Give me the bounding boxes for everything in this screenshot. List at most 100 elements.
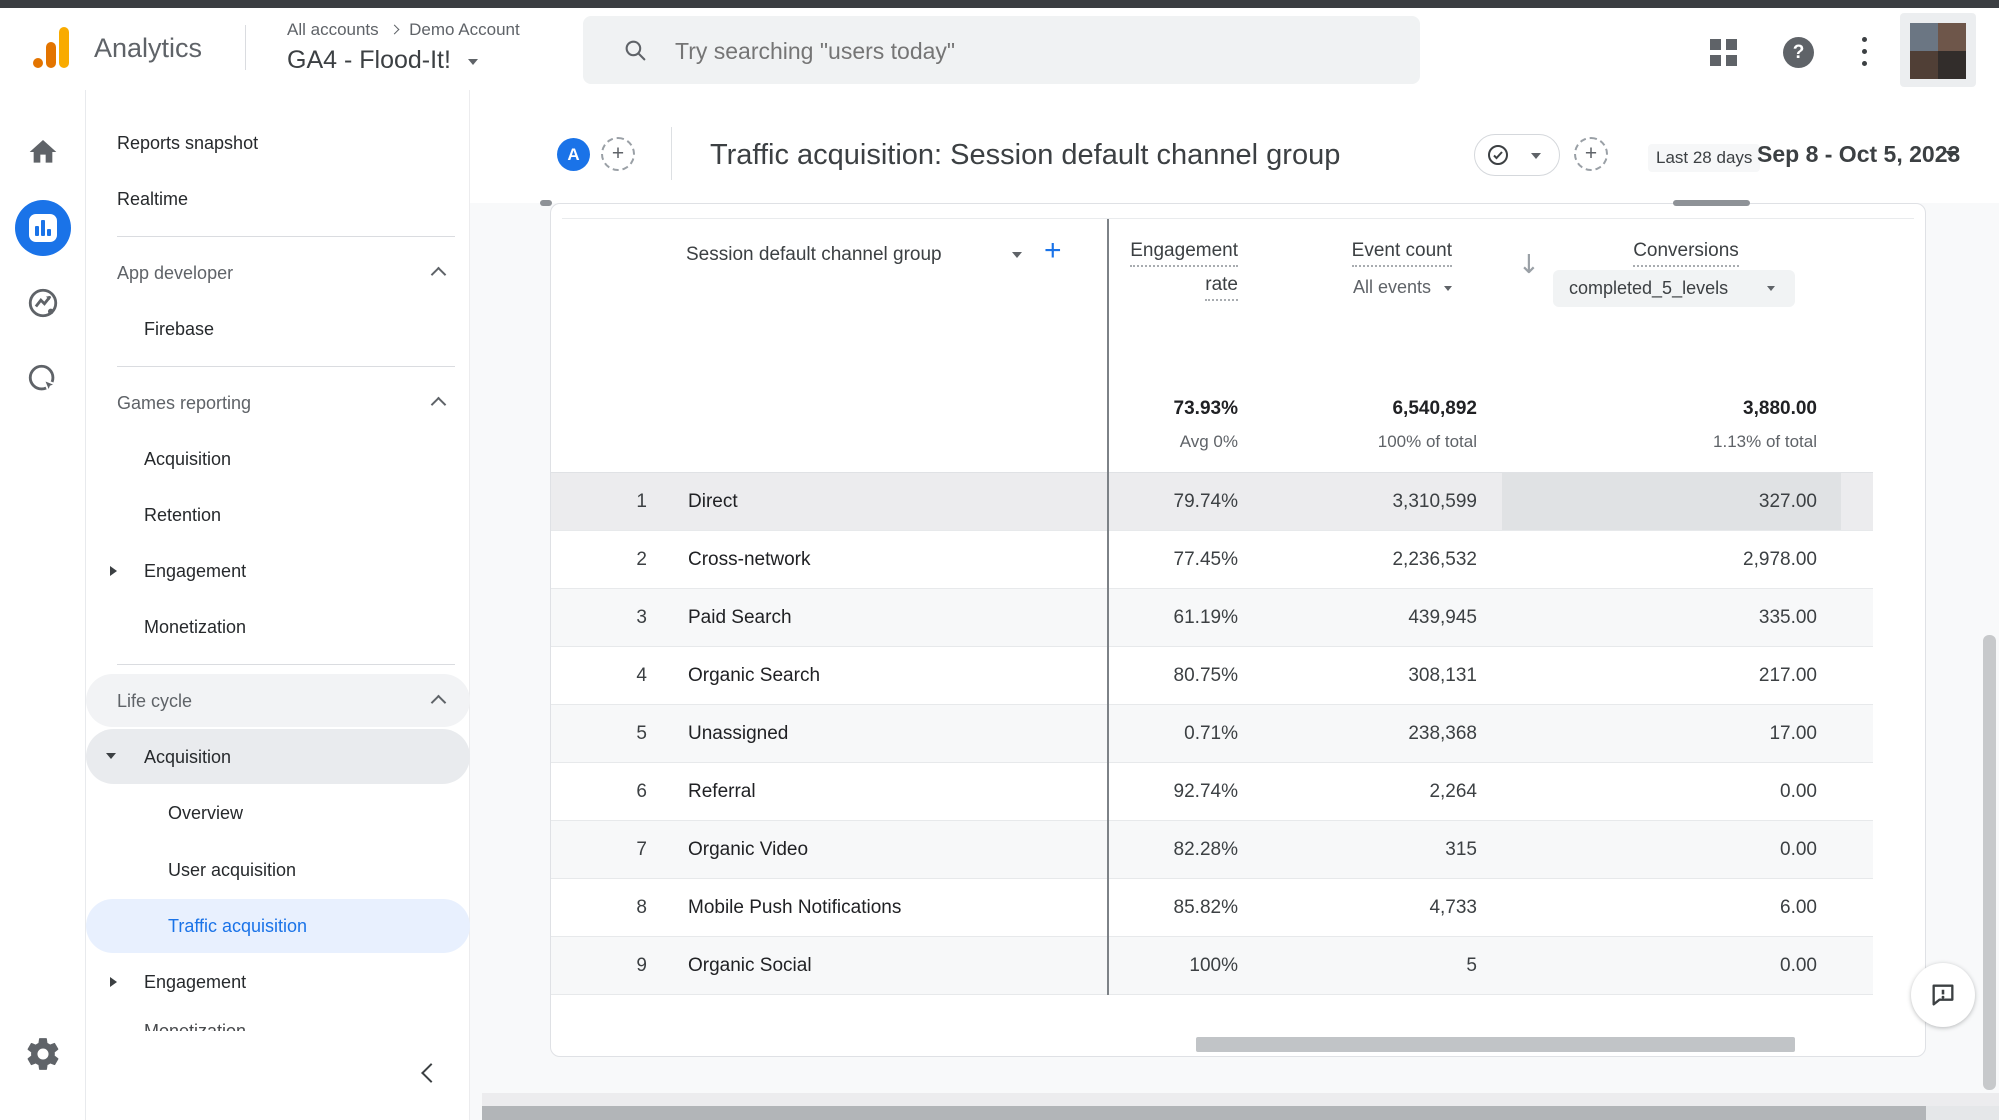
breadcrumb-account[interactable]: Demo Account (409, 20, 520, 39)
logo-bar-mid (46, 42, 56, 68)
frozen-column-divider (1107, 219, 1109, 995)
home-icon (27, 136, 59, 168)
breadcrumb-account-level[interactable]: All accounts (287, 20, 379, 39)
table-top-border (562, 218, 1914, 219)
top-scrollbar-left-nub[interactable] (540, 200, 552, 206)
channel-cell: Referral (688, 763, 756, 820)
sidebar-item-games-acquisition[interactable]: Acquisition (144, 445, 231, 473)
expander-collapsed-icon[interactable] (110, 977, 117, 987)
table-row: 7 Organic Video 82.28% 315 0.00 (551, 821, 1873, 879)
check-circle-icon (1486, 143, 1510, 167)
property-selector[interactable]: GA4 - Flood-It! (287, 46, 478, 75)
totals-conversions: 3,880.00 (1567, 398, 1817, 420)
table-row: 5 Unassigned 0.71% 238,368 17.00 (551, 705, 1873, 763)
table-row: 2 Cross-network 77.45% 2,236,532 2,978.0… (551, 531, 1873, 589)
sidebar-item-overview[interactable]: Overview (168, 799, 243, 827)
totals-conversions-note: 1.13% of total (1567, 432, 1817, 452)
analytics-logo[interactable] (33, 27, 67, 68)
sidebar-item-reports-snapshot[interactable]: Reports snapshot (117, 129, 258, 157)
events-cell: 5 (1288, 937, 1477, 994)
divider (117, 236, 455, 237)
sidebar (86, 90, 470, 1120)
feedback-button[interactable] (1911, 963, 1975, 1027)
table-row: 3 Paid Search 61.19% 439,945 335.00 (551, 589, 1873, 647)
row-number: 3 (615, 589, 647, 646)
window-top-strip (0, 0, 1999, 8)
rail-admin-button[interactable] (24, 1035, 62, 1073)
add-comparison-button[interactable]: + (601, 137, 635, 171)
row-number: 1 (615, 473, 647, 530)
help-icon: ? (1793, 42, 1805, 64)
search-bar[interactable] (583, 16, 1420, 84)
collapse-sidebar-button[interactable] (416, 1058, 446, 1088)
channel-cell: Organic Search (688, 647, 820, 704)
plus-icon: + (612, 142, 624, 166)
table-row: 6 Referral 92.74% 2,264 0.00 (551, 763, 1873, 821)
totals-engagement-note: Avg 0% (988, 432, 1238, 452)
report-status-pill[interactable] (1474, 134, 1560, 176)
search-icon (623, 38, 648, 63)
events-cell: 308,131 (1288, 647, 1477, 704)
expander-expanded-icon[interactable] (106, 753, 116, 759)
gear-icon (24, 1035, 62, 1073)
sidebar-section-app-developer[interactable]: App developer (117, 259, 233, 287)
feedback-icon (1929, 981, 1957, 1009)
help-button[interactable]: ? (1783, 37, 1814, 68)
table-top-scrollbar-thumb[interactable] (1673, 200, 1750, 206)
events-filter-dropdown[interactable]: All events (1252, 277, 1452, 298)
page-vscrollbar-thumb[interactable] (1983, 635, 1996, 1090)
property-name: GA4 - Flood-It! (287, 46, 451, 74)
divider (117, 664, 455, 665)
expander-collapsed-icon[interactable] (110, 566, 117, 576)
table-row: 9 Organic Social 100% 5 0.00 (551, 937, 1873, 995)
sidebar-item-lifecycle-acquisition[interactable]: Acquisition (144, 743, 231, 771)
header-divider (671, 127, 672, 180)
sidebar-item-user-acquisition[interactable]: User acquisition (168, 856, 296, 884)
conversions-filter-chip[interactable]: completed_5_levels (1553, 270, 1795, 307)
page-title: Traffic acquisition: Session default cha… (710, 139, 1340, 172)
sidebar-item-games-engagement[interactable]: Engagement (144, 557, 246, 585)
dimension-header[interactable]: Session default channel group (686, 244, 942, 266)
col-engagement-rate-line1[interactable]: Engagement (988, 240, 1238, 267)
events-cell: 315 (1288, 821, 1477, 878)
avatar[interactable] (1910, 23, 1966, 79)
rate-cell: 79.74% (1048, 473, 1238, 530)
channel-cell: Direct (688, 473, 738, 530)
logo-bar-tall (59, 27, 69, 68)
rail-advertising-button[interactable] (26, 362, 60, 396)
conversions-cell: 0.00 (1627, 763, 1817, 820)
sidebar-item-retention[interactable]: Retention (144, 501, 221, 529)
date-range-selector[interactable]: Sep 8 - Oct 5, 2023 (1757, 141, 1960, 168)
add-insight-button[interactable]: + (1574, 137, 1608, 171)
rate-cell: 77.45% (1048, 531, 1238, 588)
conversions-cell: 0.00 (1627, 937, 1817, 994)
row-number: 5 (615, 705, 647, 762)
sort-descending-icon[interactable]: ↓ (1518, 250, 1540, 280)
caret-down-icon[interactable] (1945, 151, 1957, 158)
sidebar-item-clipped-monetization[interactable]: Monetization (144, 1018, 364, 1031)
search-input[interactable] (673, 16, 1377, 86)
sidebar-item-realtime[interactable]: Realtime (117, 185, 188, 213)
sidebar-section-life-cycle[interactable]: Life cycle (117, 687, 192, 715)
sidebar-item-firebase[interactable]: Firebase (144, 315, 214, 343)
rate-cell: 85.82% (1048, 879, 1238, 936)
rail-reports-button[interactable] (15, 200, 71, 256)
sidebar-item-games-monetization[interactable]: Monetization (144, 613, 246, 641)
explore-icon (26, 286, 60, 320)
col-engagement-rate-line2[interactable]: rate (988, 274, 1238, 301)
more-options-button[interactable] (1862, 37, 1868, 69)
rail-explore-button[interactable] (26, 286, 60, 320)
table-hscrollbar-thumb[interactable] (1196, 1037, 1795, 1052)
caret-down-icon (1767, 286, 1775, 291)
sidebar-section-games-reporting[interactable]: Games reporting (117, 389, 251, 417)
rail-home-button[interactable] (27, 136, 59, 168)
col-conversions[interactable]: Conversions (1556, 240, 1816, 267)
sidebar-item-traffic-acquisition[interactable]: Traffic acquisition (168, 912, 307, 940)
chevron-left-icon (421, 1063, 441, 1083)
col-event-count[interactable]: Event count (1252, 240, 1452, 267)
comparison-chip[interactable]: A (557, 138, 590, 171)
sidebar-item-lifecycle-engagement[interactable]: Engagement (144, 968, 246, 996)
apps-grid-button[interactable] (1710, 39, 1737, 66)
totals-event-count: 6,540,892 (1227, 398, 1477, 420)
conversions-cell: 327.00 (1627, 473, 1817, 530)
